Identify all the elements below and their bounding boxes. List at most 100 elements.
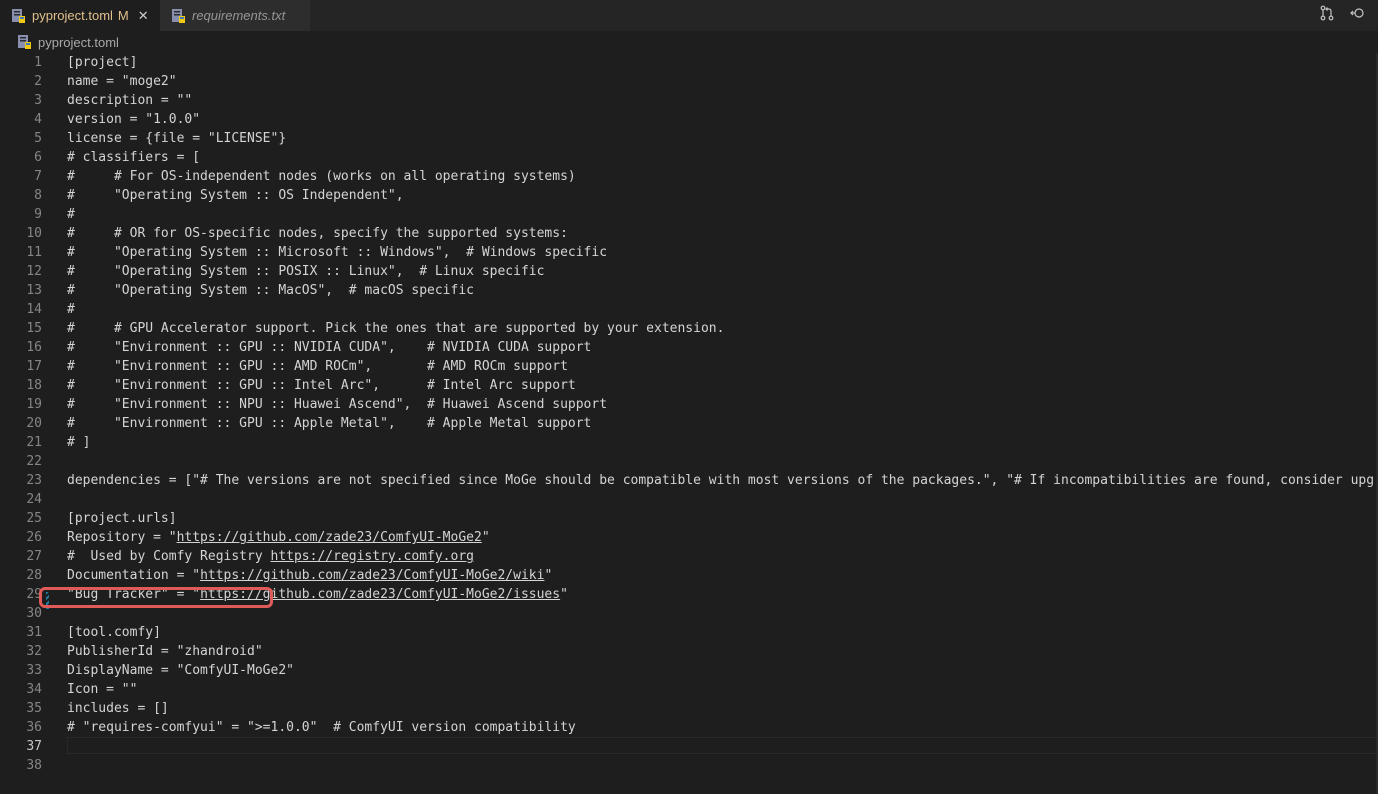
code-line[interactable]: 31 [tool.comfy] bbox=[0, 623, 1378, 642]
code-editor[interactable]: 1 [project] 2 name = "moge2" 3 description = … bbox=[0, 53, 1378, 794]
line-number: 30 bbox=[26, 606, 42, 621]
code-line-text: Documentation = "https://github.com/zade… bbox=[67, 568, 553, 583]
breadcrumb-file[interactable]: pyproject.toml bbox=[38, 35, 119, 50]
line-number: 28 bbox=[26, 568, 42, 583]
code-line-text: [project.urls] bbox=[67, 511, 177, 526]
code-line-text: license = {file = "LICENSE"} bbox=[67, 131, 287, 146]
line-number: 5 bbox=[34, 131, 42, 146]
code-line[interactable]: 5 license = {file = "LICENSE"} bbox=[0, 129, 1378, 148]
line-number: 36 bbox=[26, 720, 42, 735]
code-line[interactable]: 17 # "Environment :: GPU :: AMD ROCm", # … bbox=[0, 357, 1378, 376]
code-line[interactable]: 13 # "Operating System :: MacOS", # macOS… bbox=[0, 281, 1378, 300]
code-line[interactable]: 38 bbox=[0, 756, 1378, 775]
line-number: 13 bbox=[26, 283, 42, 298]
line-number: 29 bbox=[26, 587, 42, 602]
code-line-text: # classifiers = [ bbox=[67, 150, 201, 165]
line-number: 27 bbox=[26, 549, 42, 564]
code-line-text: # bbox=[67, 302, 75, 317]
code-line-text: [tool.comfy] bbox=[67, 625, 161, 640]
code-line[interactable]: 16 # "Environment :: GPU :: NVIDIA CUDA",… bbox=[0, 338, 1378, 357]
line-number: 38 bbox=[26, 758, 42, 773]
code-line-text: # "Environment :: GPU :: AMD ROCm", # AM… bbox=[67, 359, 568, 374]
code-line[interactable]: 19 # "Environment :: NPU :: Huawei Ascend… bbox=[0, 395, 1378, 414]
code-line[interactable]: 36 # "requires-comfyui" = ">=1.0.0" # Com… bbox=[0, 718, 1378, 737]
code-line-text: dependencies = ["# The versions are not … bbox=[67, 473, 1378, 488]
code-line-text: name = "moge2" bbox=[67, 74, 177, 89]
code-line[interactable]: 20 # "Environment :: GPU :: Apple Metal",… bbox=[0, 414, 1378, 433]
line-number: 31 bbox=[26, 625, 42, 640]
code-line-text: version = "1.0.0" bbox=[67, 112, 201, 127]
code-line[interactable]: 15 # # GPU Accelerator support. Pick the … bbox=[0, 319, 1378, 338]
line-number: 17 bbox=[26, 359, 42, 374]
tab-requirements-txt[interactable]: requirements.txt bbox=[160, 0, 310, 31]
code-line[interactable]: 24 bbox=[0, 490, 1378, 509]
url-link[interactable]: https://registry.comfy.org bbox=[271, 549, 475, 564]
code-line-text: # "Environment :: GPU :: NVIDIA CUDA", #… bbox=[67, 340, 592, 355]
line-number: 24 bbox=[26, 492, 42, 507]
code-line[interactable]: 22 bbox=[0, 452, 1378, 471]
line-number: 1 bbox=[34, 55, 42, 70]
code-line[interactable]: 11 # "Operating System :: Microsoft :: Wi… bbox=[0, 243, 1378, 262]
code-line[interactable]: 18 # "Environment :: GPU :: Intel Arc", #… bbox=[0, 376, 1378, 395]
code-line[interactable]: 10 # # OR for OS-specific nodes, specify … bbox=[0, 224, 1378, 243]
url-link[interactable]: https://github.com/zade23/ComfyUI-MoGe2 bbox=[177, 530, 482, 545]
line-number: 11 bbox=[26, 245, 42, 260]
annotation-highlight-box bbox=[39, 587, 273, 608]
compare-changes-icon[interactable] bbox=[1318, 4, 1336, 22]
line-number: 7 bbox=[34, 169, 42, 184]
tab-pyproject-toml[interactable]: pyproject.toml M ✕ bbox=[0, 0, 160, 31]
code-line[interactable]: 3 description = "" bbox=[0, 91, 1378, 110]
code-line[interactable]: 9 # bbox=[0, 205, 1378, 224]
code-line[interactable]: 26 Repository = "https://github.com/zade2… bbox=[0, 528, 1378, 547]
code-line-text: [project] bbox=[67, 55, 138, 70]
tab-bar: pyproject.toml M ✕ requirements.txt bbox=[0, 0, 1378, 31]
code-line[interactable]: 23 dependencies = ["# The versions are no… bbox=[0, 471, 1378, 490]
code-line[interactable]: 4 version = "1.0.0" bbox=[0, 110, 1378, 129]
line-number: 34 bbox=[26, 682, 42, 697]
code-line[interactable]: 28 Documentation = "https://github.com/za… bbox=[0, 566, 1378, 585]
code-line-text: # "Operating System :: Microsoft :: Wind… bbox=[67, 245, 608, 260]
code-line-text: # ] bbox=[67, 435, 91, 450]
line-number: 33 bbox=[26, 663, 42, 678]
code-line-text: # "Operating System :: MacOS", # macOS s… bbox=[67, 283, 474, 298]
code-line[interactable]: 37 bbox=[0, 737, 1378, 756]
code-line[interactable]: 33 DisplayName = "ComfyUI-MoGe2" bbox=[0, 661, 1378, 680]
code-line[interactable]: 12 # "Operating System :: POSIX :: Linux"… bbox=[0, 262, 1378, 281]
code-line[interactable]: 27 # Used by Comfy Registry https://regis… bbox=[0, 547, 1378, 566]
toml-file-icon bbox=[10, 8, 26, 24]
code-line[interactable]: 8 # "Operating System :: OS Independent", bbox=[0, 186, 1378, 205]
line-number: 35 bbox=[26, 701, 42, 716]
line-number: 4 bbox=[34, 112, 42, 127]
toml-file-icon bbox=[16, 34, 32, 50]
code-line[interactable]: 35 includes = [] bbox=[0, 699, 1378, 718]
code-line-text: # "Environment :: GPU :: Apple Metal", #… bbox=[67, 416, 592, 431]
line-number: 2 bbox=[34, 74, 42, 89]
code-line-text: description = "" bbox=[67, 93, 193, 108]
line-number: 37 bbox=[26, 739, 42, 754]
code-line[interactable]: 6 # classifiers = [ bbox=[0, 148, 1378, 167]
code-line-text: # # For OS-independent nodes (works on a… bbox=[67, 169, 576, 184]
code-line[interactable]: 32 PublisherId = "zhandroid" bbox=[0, 642, 1378, 661]
code-line-text: # "Operating System :: OS Independent", bbox=[67, 188, 404, 203]
breadcrumb: pyproject.toml bbox=[0, 31, 1378, 53]
current-line-highlight bbox=[67, 737, 1378, 754]
line-number: 21 bbox=[26, 435, 42, 450]
line-number: 32 bbox=[26, 644, 42, 659]
code-line[interactable]: 2 name = "moge2" bbox=[0, 72, 1378, 91]
line-number: 14 bbox=[26, 302, 42, 317]
open-changes-icon[interactable] bbox=[1348, 4, 1366, 22]
code-line[interactable]: 7 # # For OS-independent nodes (works on … bbox=[0, 167, 1378, 186]
code-line[interactable]: 1 [project] bbox=[0, 53, 1378, 72]
code-line[interactable]: 14 # bbox=[0, 300, 1378, 319]
code-line[interactable]: 21 # ] bbox=[0, 433, 1378, 452]
line-number: 9 bbox=[34, 207, 42, 222]
code-line-text: # "Environment :: NPU :: Huawei Ascend",… bbox=[67, 397, 608, 412]
url-link[interactable]: https://github.com/zade23/ComfyUI-MoGe2/… bbox=[200, 568, 544, 583]
line-number: 18 bbox=[26, 378, 42, 393]
close-icon[interactable]: ✕ bbox=[138, 8, 149, 24]
code-line-text: # "Environment :: GPU :: Intel Arc", # I… bbox=[67, 378, 576, 393]
code-line[interactable]: 25 [project.urls] bbox=[0, 509, 1378, 528]
code-line-text: # # OR for OS-specific nodes, specify th… bbox=[67, 226, 568, 241]
code-line[interactable]: 34 Icon = "" bbox=[0, 680, 1378, 699]
code-line-text: # "Operating System :: POSIX :: Linux", … bbox=[67, 264, 545, 279]
